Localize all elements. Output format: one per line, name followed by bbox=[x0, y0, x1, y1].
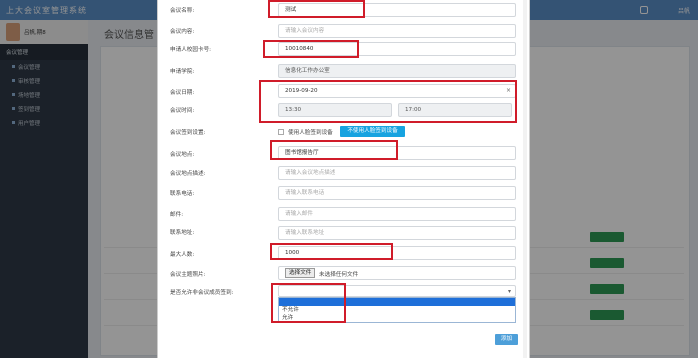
add-meeting-modal: 会议名称: 测试 会议内容: 请输入会议内容 申请人校园卡号: 10010840… bbox=[157, 0, 530, 358]
photo-label: 会议主题照片: bbox=[170, 272, 206, 278]
email-input[interactable]: 请输入邮件 bbox=[278, 207, 516, 221]
meeting-content-input[interactable]: 请输入会议内容 bbox=[278, 24, 516, 38]
no-file-text: 未选择任何文件 bbox=[319, 272, 359, 278]
face-checkin-label: 会议签到设置: bbox=[170, 130, 206, 136]
applicant-college-label: 申请学院: bbox=[170, 69, 195, 75]
choose-file-button[interactable]: 选择文件 bbox=[285, 268, 316, 278]
email-label: 邮件: bbox=[170, 212, 184, 218]
add-button[interactable]: 添加 bbox=[495, 334, 518, 345]
phone-label: 联系电话: bbox=[170, 191, 195, 197]
face-checkin-checkbox-label: 使用人脸签到设备 bbox=[288, 130, 333, 136]
applicant-id-label: 申请人校园卡号: bbox=[170, 47, 212, 53]
face-checkin-checkbox[interactable] bbox=[278, 129, 284, 135]
highlight-box bbox=[259, 80, 517, 123]
address-label: 联系地址: bbox=[170, 230, 195, 236]
modal-scrollbar[interactable] bbox=[523, 0, 527, 358]
meeting-time-label: 会议时间: bbox=[170, 108, 195, 114]
highlight-box bbox=[263, 40, 359, 58]
meeting-date-label: 会议日期: bbox=[170, 90, 195, 96]
location-desc-input[interactable]: 请输入会议地点描述 bbox=[278, 166, 516, 180]
phone-input[interactable]: 请输入联系电话 bbox=[278, 186, 516, 200]
highlight-box bbox=[268, 0, 365, 18]
location-desc-label: 会议地点描述: bbox=[170, 171, 206, 177]
allow-nonmember-label: 是否允许非会议成员签到: bbox=[170, 290, 234, 296]
address-input[interactable]: 请输入联系地址 bbox=[278, 226, 516, 240]
location-label: 会议地点: bbox=[170, 152, 195, 158]
highlight-box bbox=[270, 140, 398, 160]
meeting-content-label: 会议内容: bbox=[170, 29, 195, 35]
highlight-box bbox=[271, 283, 346, 323]
meeting-name-label: 会议名称: bbox=[170, 8, 195, 14]
no-face-device-button[interactable]: 不使用人脸签到设备 bbox=[340, 126, 405, 137]
highlight-box bbox=[270, 243, 393, 260]
applicant-college-field: 信息化工作办公室 bbox=[278, 64, 516, 78]
max-people-label: 最大人数: bbox=[170, 252, 195, 258]
